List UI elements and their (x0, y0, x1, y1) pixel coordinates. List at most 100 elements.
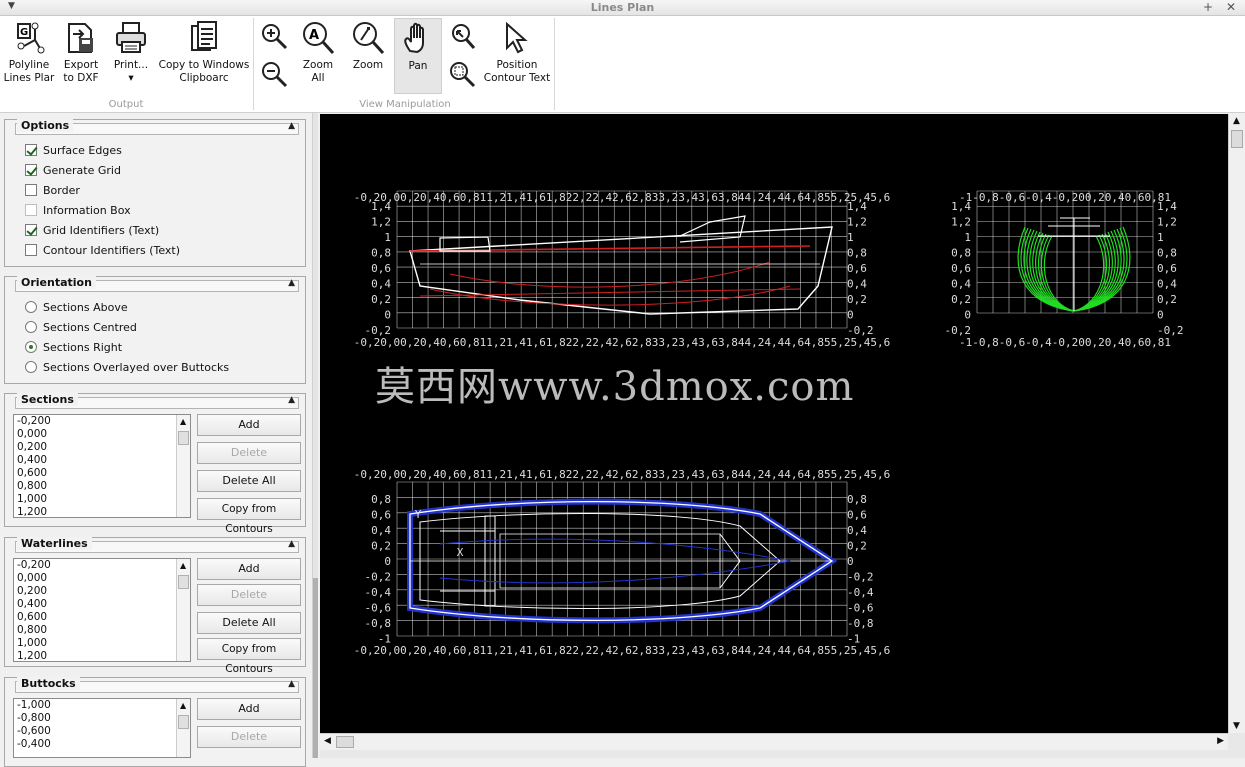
list-item[interactable]: -0,200 (14, 415, 190, 428)
list-item[interactable]: 0,000 (14, 572, 190, 585)
scroll-down-icon[interactable]: ▼ (1233, 721, 1240, 731)
print-button[interactable]: Print... ▾ (106, 20, 156, 85)
scroll-right-icon[interactable]: ▶ (1217, 736, 1224, 746)
collapse-icon[interactable]: ▲ (288, 679, 295, 689)
hull-profile-outline (409, 226, 833, 315)
radio-button[interactable] (25, 301, 37, 313)
waterlines-copy-from-contours-button[interactable]: Copy from Contours (197, 638, 301, 675)
scroll-up-icon[interactable]: ▲ (180, 701, 186, 710)
zoom-previous-icon[interactable] (448, 22, 476, 50)
radio-button[interactable] (25, 341, 37, 353)
list-item[interactable]: -0,600 (14, 725, 190, 738)
list-item[interactable]: -1,000 (14, 699, 190, 712)
body-y-tick-label: 0,2 (1157, 293, 1177, 306)
buttocks-list[interactable]: -1,000 -0,800 -0,600 -0,400 ▲ (13, 698, 191, 758)
checkbox[interactable] (25, 164, 37, 176)
list-item[interactable]: 0,800 (14, 480, 190, 493)
sections-add-button[interactable]: Add (197, 414, 301, 436)
waterlines-delete-button[interactable]: Delete (197, 584, 301, 606)
checkbox[interactable] (25, 204, 37, 216)
collapse-icon[interactable]: ▲ (288, 395, 295, 405)
left-panel-scrollbar[interactable] (312, 113, 318, 758)
list-item[interactable]: 0,800 (14, 624, 190, 637)
canvas-horizontal-scrollbar[interactable]: ◀ ▶ (320, 733, 1228, 750)
list-item[interactable]: 1,000 (14, 637, 190, 650)
scroll-left-icon[interactable]: ◀ (324, 736, 331, 746)
sections-delete-button[interactable]: Delete (197, 442, 301, 464)
collapse-icon[interactable]: ▲ (288, 278, 295, 288)
list-item[interactable]: 0,200 (14, 441, 190, 454)
plan-y-tick-label: 0,2 (371, 540, 391, 553)
zoom-all-button[interactable]: A Zoom All (296, 20, 340, 85)
orientation-label: Sections Overlayed over Buttocks (43, 360, 230, 374)
orientation-radio-row[interactable]: Sections Above (25, 299, 128, 315)
polyline-icon: G (17, 22, 45, 54)
collapse-icon[interactable]: ▲ (288, 539, 295, 549)
position-contour-text-button[interactable]: Position Contour Text (482, 20, 552, 85)
zoom-button[interactable]: Zoom (346, 20, 390, 72)
list-item[interactable]: 0,600 (14, 611, 190, 624)
plan-y-tick-label: 0,8 (371, 493, 391, 506)
option-checkbox-row[interactable]: Generate Grid (25, 162, 121, 178)
list-scrollbar[interactable]: ▲ (176, 559, 190, 661)
checkbox[interactable] (25, 244, 37, 256)
profile-y-tick-label: 0 (384, 309, 391, 322)
waterlines-delete-all-button[interactable]: Delete All (197, 612, 301, 634)
profile-y-tick-label: 0,8 (847, 247, 867, 260)
checkbox[interactable] (25, 184, 37, 196)
orientation-radio-row[interactable]: Sections Overlayed over Buttocks (25, 359, 229, 375)
orientation-radio-row[interactable]: Sections Centred (25, 319, 137, 335)
radio-button[interactable] (25, 321, 37, 333)
pan-button[interactable]: Pan (394, 18, 442, 94)
pin-icon[interactable]: + (1203, 0, 1213, 14)
print-dropdown-arrow[interactable]: ▾ (106, 72, 156, 85)
sections-copy-from-contours-button[interactable]: Copy from Contours (197, 498, 301, 535)
export-dxf-icon (68, 23, 93, 53)
checkbox[interactable] (25, 144, 37, 156)
close-icon[interactable]: ✕ (1226, 0, 1236, 14)
list-item[interactable]: -0,200 (14, 559, 190, 572)
waterlines-add-button[interactable]: Add (197, 558, 301, 580)
sections-list[interactable]: -0,200 0,000 0,200 0,400 0,600 0,800 1,000 1,20… (13, 414, 191, 518)
zoom-in-icon[interactable] (260, 22, 288, 50)
radio-button[interactable] (25, 361, 37, 373)
body-x-tick-labels-bottom: -1-0,8-0,6-0,4-0,200,20,40,60,81 (959, 336, 1171, 349)
zoom-out-icon[interactable] (260, 60, 288, 88)
buttocks-delete-button[interactable]: Delete (197, 726, 301, 748)
list-item[interactable]: 1,200 (14, 650, 190, 661)
waterlines-list[interactable]: -0,200 0,000 0,200 0,400 0,600 0,800 1,000 1,20… (13, 558, 191, 662)
scroll-up-icon[interactable]: ▲ (180, 561, 186, 570)
list-item[interactable]: 0,400 (14, 454, 190, 467)
copy-to-clipboard-button[interactable]: Copy to Windows Clipboarc (158, 20, 250, 85)
export-dxf-button[interactable]: Export to DXF (58, 20, 104, 85)
list-item[interactable]: -0,800 (14, 712, 190, 725)
collapse-icon[interactable]: ▲ (288, 121, 295, 131)
option-checkbox-row[interactable]: Border (25, 182, 80, 198)
body-x-tick-labels-top: -1-0,8-0,6-0,4-0,200,20,40,60,81 (959, 191, 1171, 204)
buttocks-add-button[interactable]: Add (197, 698, 301, 720)
zoom-window-icon[interactable] (448, 60, 476, 88)
list-scrollbar[interactable]: ▲ (176, 415, 190, 517)
option-checkbox-row[interactable]: Information Box (25, 202, 131, 218)
list-scrollbar[interactable]: ▲ (176, 699, 190, 757)
polyline-lines-plan-button[interactable]: G Polyline Lines Plar (2, 20, 56, 85)
list-item[interactable]: 0,000 (14, 428, 190, 441)
list-item[interactable]: 0,600 (14, 467, 190, 480)
list-item[interactable]: 1,200 (14, 506, 190, 517)
canvas-vertical-scrollbar[interactable]: ▲ ▼ (1228, 114, 1245, 733)
orientation-label: Sections Above (43, 300, 128, 314)
option-checkbox-row[interactable]: Surface Edges (25, 142, 122, 158)
option-checkbox-row[interactable]: Contour Identifiers (Text) (25, 242, 180, 258)
scroll-up-icon[interactable]: ▲ (1233, 116, 1240, 126)
lines-plan-canvas[interactable]: 1,4 1,4 1,2 1,2 1 1 0,8 0,8 0,6 0,6 0,4 0,4 0,2 0,2 0 0… (320, 114, 1228, 733)
scroll-up-icon[interactable]: ▲ (180, 417, 186, 426)
list-item[interactable]: -0,400 (14, 738, 190, 751)
orientation-radio-row[interactable]: Sections Right (25, 339, 122, 355)
profile-x-tick-labels-bottom: -0,20,00,20,40,60,811,21,41,61,822,22,42… (354, 336, 890, 349)
list-item[interactable]: 1,000 (14, 493, 190, 506)
option-checkbox-row[interactable]: Grid Identifiers (Text) (25, 222, 159, 238)
checkbox[interactable] (25, 224, 37, 236)
list-item[interactable]: 0,200 (14, 585, 190, 598)
sections-delete-all-button[interactable]: Delete All (197, 470, 301, 492)
list-item[interactable]: 0,400 (14, 598, 190, 611)
